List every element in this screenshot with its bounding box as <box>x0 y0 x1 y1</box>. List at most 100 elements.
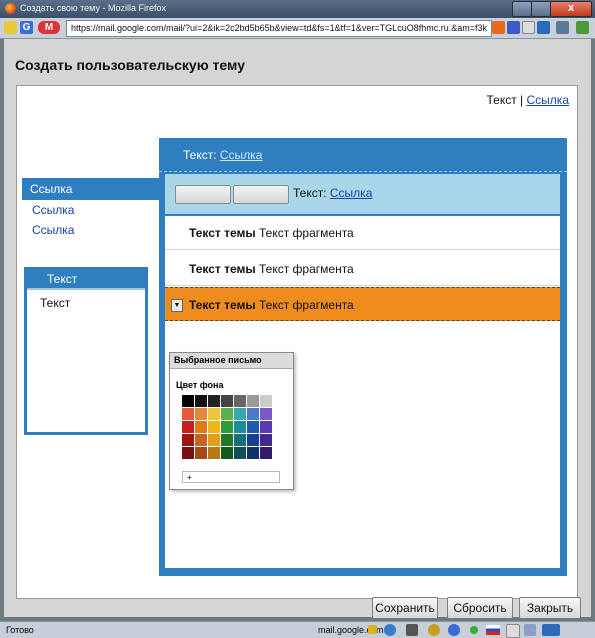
list-item-selected[interactable]: ▼ Текст темы Текст фрагмента <box>165 287 560 321</box>
color-swatch[interactable] <box>247 434 259 446</box>
top-link[interactable]: Ссылка <box>527 93 569 107</box>
flag-icon[interactable] <box>507 21 520 34</box>
mail-notifier-icon[interactable] <box>542 624 560 636</box>
extension-icon[interactable] <box>428 624 440 636</box>
color-swatch[interactable] <box>247 421 259 433</box>
message-list: Текст темы Текст фрагмента Текст темы Те… <box>165 216 560 568</box>
reset-button[interactable]: Сбросить <box>447 597 513 619</box>
toolbar-button[interactable] <box>233 185 289 204</box>
toolbar-text: Текст: Ссылка <box>293 186 372 200</box>
addon-status-icon[interactable] <box>384 624 396 636</box>
color-swatch[interactable] <box>260 447 272 459</box>
top-text[interactable]: Текст <box>486 93 516 107</box>
color-swatch[interactable] <box>260 434 272 446</box>
dropdown-arrow-icon[interactable]: ▼ <box>171 299 183 312</box>
color-swatch[interactable] <box>234 395 246 407</box>
close-button[interactable]: Закрыть <box>519 597 581 619</box>
window-title: Создать свою тему - Mozilla Firefox <box>20 3 166 13</box>
bookmark-star-icon[interactable] <box>4 21 17 34</box>
color-swatch[interactable] <box>221 447 233 459</box>
nav-box-body[interactable]: Текст <box>27 290 145 310</box>
addon-icon[interactable] <box>576 21 589 34</box>
color-swatch[interactable] <box>221 408 233 420</box>
color-popup: Выбранное письмо Цвет фона + <box>169 352 294 490</box>
toolbar-button[interactable] <box>175 185 231 204</box>
nav-link[interactable]: Ссылка <box>22 200 162 220</box>
color-swatch[interactable] <box>182 434 194 446</box>
color-swatch[interactable] <box>234 421 246 433</box>
skype-icon[interactable] <box>448 624 460 636</box>
maximize-button[interactable] <box>531 1 551 17</box>
save-button[interactable]: Сохранить <box>372 597 438 619</box>
color-swatch[interactable] <box>208 421 220 433</box>
window-icon[interactable] <box>524 624 536 636</box>
google-icon[interactable]: G <box>20 21 33 34</box>
popup-subtitle: Цвет фона <box>176 380 224 390</box>
color-swatch[interactable] <box>195 421 207 433</box>
address-bar: G M https://mail.google.com/mail/?ui=2&i… <box>0 18 595 39</box>
color-swatch[interactable] <box>221 434 233 446</box>
main-header-link[interactable]: Ссылка <box>220 148 262 162</box>
color-swatch[interactable] <box>195 447 207 459</box>
color-swatch[interactable] <box>208 434 220 446</box>
rss-icon[interactable] <box>492 21 505 34</box>
color-swatch[interactable] <box>208 447 220 459</box>
color-swatch[interactable] <box>234 447 246 459</box>
color-swatch[interactable] <box>182 395 194 407</box>
subject-text: Текст темы <box>189 262 256 276</box>
close-window-button[interactable]: x <box>550 1 592 17</box>
nav-item-selected[interactable]: Ссылка <box>22 178 162 200</box>
list-item[interactable]: Текст темы Текст фрагмента <box>165 216 560 250</box>
color-swatch[interactable] <box>247 395 259 407</box>
add-color-button[interactable]: + <box>182 471 280 483</box>
theme-dialog: Создать пользовательскую тему Текст | Сс… <box>4 39 591 619</box>
color-swatch[interactable] <box>260 395 272 407</box>
color-swatch[interactable] <box>260 408 272 420</box>
preview-stage: Текст | Ссылка Ссылка Ссылка Ссылка Текс… <box>16 85 578 599</box>
status-bar: Готово mail.google.com <box>0 621 595 638</box>
tools-icon[interactable] <box>556 21 569 34</box>
subject-text: Текст темы <box>189 226 256 240</box>
color-swatch[interactable] <box>195 434 207 446</box>
top-separator: | <box>520 93 524 107</box>
nav-link[interactable]: Ссылка <box>22 220 162 240</box>
nav-box: Текст Текст <box>24 267 148 435</box>
nav-box-header[interactable]: Текст <box>27 270 145 290</box>
main-header[interactable]: Текст: Ссылка <box>159 138 567 172</box>
toolbar-link[interactable]: Ссылка <box>330 186 372 200</box>
color-palette <box>182 395 280 460</box>
color-swatch[interactable] <box>221 395 233 407</box>
left-nav: Ссылка Ссылка Ссылка <box>22 178 162 240</box>
color-swatch[interactable] <box>195 395 207 407</box>
url-field[interactable]: https://mail.google.com/mail/?ui=2&ik=2c… <box>66 20 492 37</box>
preview-toolbar[interactable]: Текст: Ссылка <box>165 174 560 214</box>
color-swatch[interactable] <box>260 421 272 433</box>
dialog-title: Создать пользовательскую тему <box>15 57 245 73</box>
color-swatch[interactable] <box>234 434 246 446</box>
minimize-button[interactable] <box>512 1 532 17</box>
color-swatch[interactable] <box>182 408 194 420</box>
lock-icon <box>368 625 377 634</box>
color-swatch[interactable] <box>234 408 246 420</box>
facebook-icon[interactable] <box>537 21 550 34</box>
speaker-icon[interactable] <box>406 624 418 636</box>
color-swatch[interactable] <box>247 447 259 459</box>
snippet-text: Текст фрагмента <box>259 262 354 276</box>
status-text: Готово <box>6 625 34 635</box>
toolbar-text-label: Текст: <box>293 186 327 200</box>
color-swatch[interactable] <box>208 395 220 407</box>
color-swatch[interactable] <box>182 447 194 459</box>
language-flag-icon[interactable] <box>486 625 500 635</box>
color-swatch[interactable] <box>247 408 259 420</box>
gmail-icon[interactable]: M <box>38 21 60 34</box>
subject-text: Текст темы <box>189 298 256 312</box>
color-swatch[interactable] <box>221 421 233 433</box>
list-item[interactable]: Текст темы Текст фрагмента <box>165 252 560 286</box>
download-icon[interactable] <box>506 624 520 638</box>
color-swatch[interactable] <box>195 408 207 420</box>
color-swatch[interactable] <box>208 408 220 420</box>
star-icon[interactable] <box>522 21 535 34</box>
snippet-text: Текст фрагмента <box>259 298 354 312</box>
main-header-text: Текст: <box>183 148 217 162</box>
color-swatch[interactable] <box>182 421 194 433</box>
